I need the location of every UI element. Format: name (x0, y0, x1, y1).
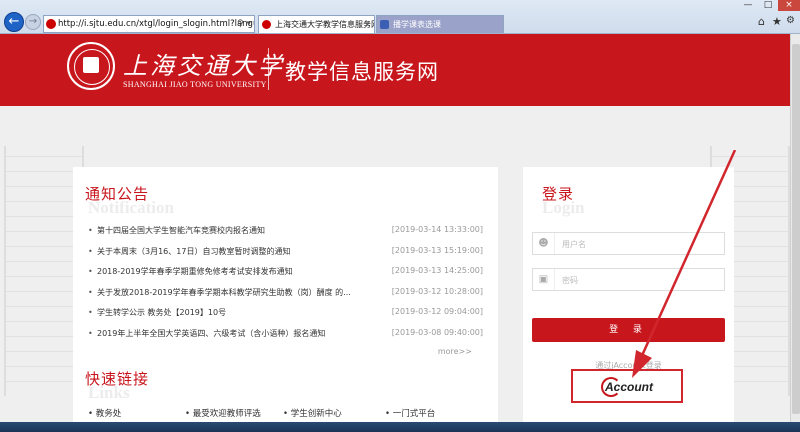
home-icon[interactable]: ⌂ (758, 15, 765, 28)
windows-taskbar (0, 422, 800, 432)
tab-favicon-icon (262, 20, 271, 29)
notice-item[interactable]: • 2018-2019学年春季学期重修免修考考试安排发布通知 [2019-03-1… (88, 266, 483, 278)
close-tab-icon[interactable]: × (364, 16, 371, 33)
password-placeholder: 密码 (562, 276, 578, 285)
browser-chrome: ← → http://i.sjtu.edu.cn/xtgl/login_slog… (0, 0, 800, 34)
notice-date: [2019-03-13 15:19:00] (391, 246, 483, 255)
notice-date: [2019-03-13 14:25:00] (391, 266, 483, 275)
notice-item[interactable]: • 第十四届全国大学生智能汽车竞赛校内报名通知 [2019-03-14 13:33… (88, 225, 483, 237)
logo-english: SHANGHAI JIAO TONG UNIVERSITY (123, 80, 267, 89)
site-header: 上海交通大学 SHANGHAI JIAO TONG UNIVERSITY 教学信… (0, 34, 790, 106)
notice-date: [2019-03-12 09:04:00] (391, 307, 483, 316)
header-divider (268, 48, 269, 90)
vertical-scrollbar[interactable] (790, 34, 800, 422)
logo-chinese: 上海交通大学 (123, 52, 285, 80)
quick-link[interactable]: • 一门式平台 (385, 407, 435, 419)
quick-link[interactable]: • 教务处 (88, 407, 121, 419)
university-seal-icon (67, 42, 115, 90)
notice-heading: 通知公告 (85, 185, 150, 203)
notice-title: 2019年上半年全国大学英语四、六级考试（含小语种）报名通知 (97, 329, 326, 338)
quick-link[interactable]: • 最受欢迎教师评选 (185, 407, 261, 419)
notice-panel: Notification 通知公告 • 第十四届全国大学生智能汽车竞赛校内报名通知… (73, 167, 498, 427)
scrollbar-thumb[interactable] (792, 44, 800, 414)
tab-inactive[interactable]: 播学课表选课 (376, 15, 504, 33)
tab-label: 播学课表选课 (393, 20, 441, 29)
username-placeholder: 用户名 (562, 240, 586, 249)
notice-title: 关于发放2018-2019学年春季学期本科教学研究生助教（岗）酬度 的... (97, 288, 351, 297)
notice-item[interactable]: • 关于发放2018-2019学年春季学期本科教学研究生助教（岗）酬度 的... … (88, 287, 483, 299)
notice-title: 关于本周末（3月16、17日）自习教室暂时调整的通知 (97, 247, 291, 256)
links-heading: 快速链接 (85, 370, 150, 388)
arrow-shaft (638, 150, 737, 361)
notice-title: 学生转学公示 教务处【2019】10号 (97, 308, 227, 317)
user-icon: ☻ (533, 233, 555, 254)
close-window-icon[interactable]: × (778, 0, 800, 11)
decorative-building-left (4, 146, 84, 396)
back-button[interactable]: ← (4, 12, 24, 32)
minimize-icon[interactable]: — (738, 0, 758, 11)
notice-item[interactable]: • 学生转学公示 教务处【2019】10号 [2019-03-12 09:04:0… (88, 307, 483, 319)
favorites-star-icon[interactable]: ★ (772, 15, 782, 28)
tab-active[interactable]: 上海交通大学教学信息服务网 × (258, 15, 375, 33)
site-favicon-icon (46, 19, 56, 29)
search-icon[interactable]: ⚲ ▾ (237, 16, 251, 32)
maximize-icon[interactable]: □ (758, 0, 778, 11)
notice-title: 2018-2019学年春季学期重修免修考考试安排发布通知 (97, 267, 293, 276)
notice-item[interactable]: • 关于本周末（3月16、17日）自习教室暂时调整的通知 [2019-03-13 … (88, 246, 483, 258)
settings-gear-icon[interactable]: ⚙ (786, 15, 795, 26)
more-link[interactable]: more>> (438, 347, 472, 356)
notice-date: [2019-03-12 10:28:00] (391, 287, 483, 296)
notice-date: [2019-03-14 13:33:00] (391, 225, 483, 234)
login-heading: 登录 (542, 185, 575, 203)
arrow-head (632, 350, 652, 378)
page-title: 教学信息服务网 (285, 60, 439, 84)
tab-label: 上海交通大学教学信息服务网 (275, 20, 375, 29)
lock-icon: ▣ (533, 269, 555, 290)
address-bar[interactable]: http://i.sjtu.edu.cn/xtgl/login_slogin.h… (43, 15, 255, 33)
notice-item[interactable]: • 2019年上半年全国大学英语四、六级考试（含小语种）报名通知 [2019-03… (88, 328, 483, 340)
tab-favicon-icon (380, 20, 389, 29)
annotation-arrow (632, 150, 737, 378)
address-url: http://i.sjtu.edu.cn/xtgl/login_slogin.h… (58, 19, 255, 29)
forward-button[interactable]: → (25, 14, 41, 30)
notice-date: [2019-03-08 09:40:00] (391, 328, 483, 337)
quick-link[interactable]: • 学生创新中心 (283, 407, 342, 419)
notice-title: 第十四届全国大学生智能汽车竞赛校内报名通知 (97, 226, 265, 235)
